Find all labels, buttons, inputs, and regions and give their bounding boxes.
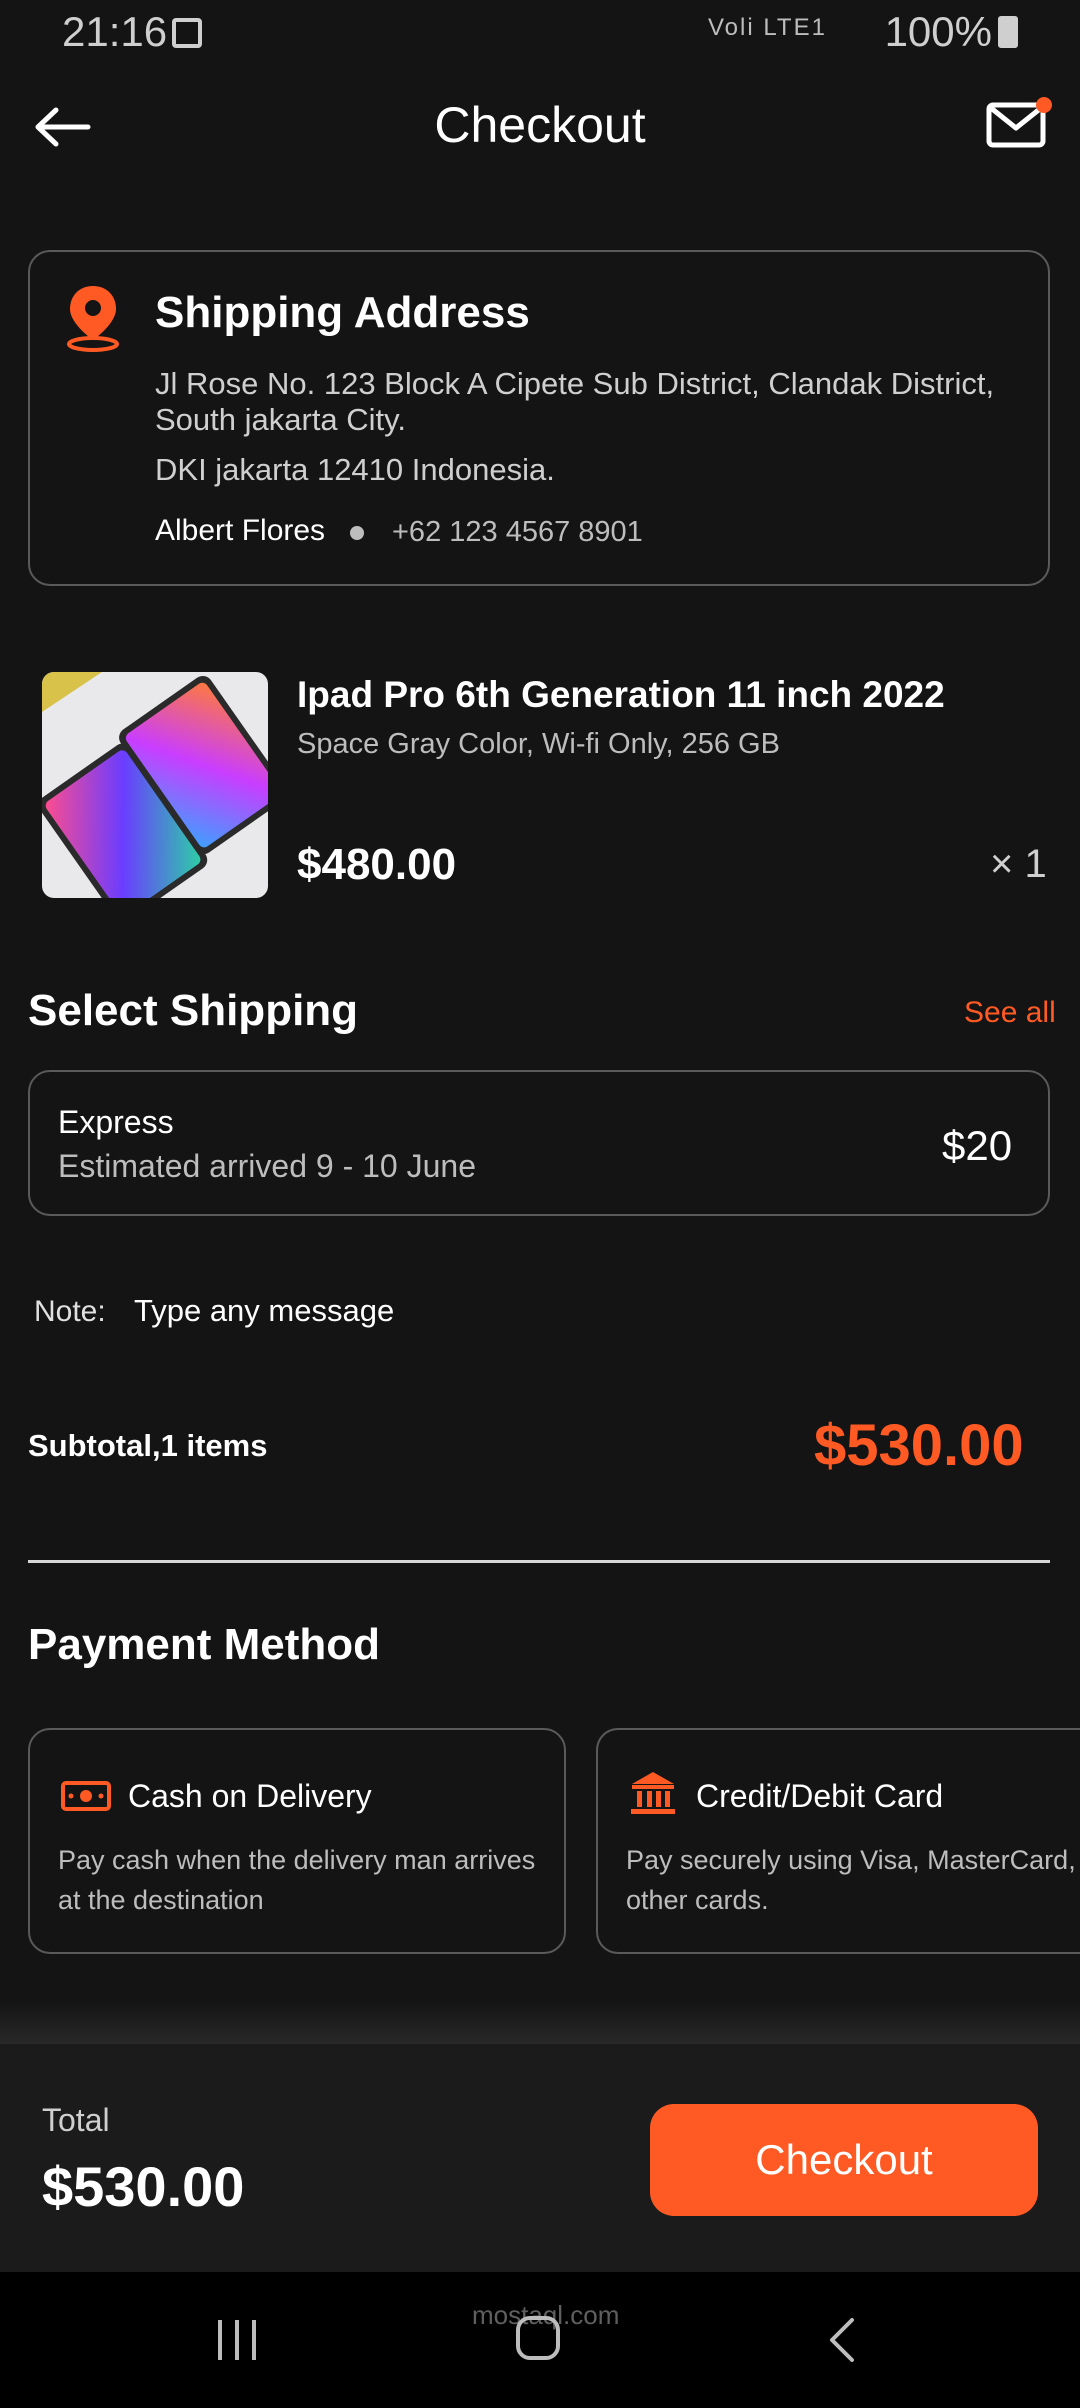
payment-option-title: Cash on Delivery bbox=[128, 1778, 372, 1814]
note-input[interactable] bbox=[134, 1290, 1014, 1332]
address-line-2: South jakarta City. bbox=[155, 402, 406, 437]
address-line-3: DKI jakarta 12410 Indonesia. bbox=[155, 452, 555, 487]
product-image bbox=[42, 672, 268, 898]
payment-option-desc: Pay cash when the delivery man arrives bbox=[58, 1845, 536, 1875]
total-value: $530.00 bbox=[42, 2155, 245, 2218]
battery-icon bbox=[998, 16, 1018, 48]
total-label: Total bbox=[42, 2102, 110, 2138]
shipping-estimate: Estimated arrived 9 - 10 June bbox=[58, 1148, 476, 1184]
cash-icon bbox=[60, 1778, 112, 1819]
separator-dot bbox=[350, 526, 364, 540]
shipping-method: Express bbox=[58, 1104, 174, 1140]
subtotal-label: Subtotal,1 items bbox=[28, 1428, 268, 1463]
battery-indicator: 100% bbox=[885, 8, 1018, 56]
subtotal-value: $530.00 bbox=[814, 1413, 1024, 1478]
divider bbox=[28, 1560, 1050, 1563]
address-line-1: Jl Rose No. 123 Block A Cipete Sub Distr… bbox=[155, 366, 995, 401]
checkout-button[interactable]: Checkout bbox=[650, 2104, 1038, 2216]
recipient-phone: +62 123 4567 8901 bbox=[392, 516, 643, 548]
recipient-name: Albert Flores bbox=[155, 514, 326, 547]
status-time: 21:16 bbox=[62, 8, 168, 55]
payment-option-desc: Pay securely using Visa, MasterCard, or bbox=[626, 1845, 1080, 1875]
home-icon[interactable] bbox=[516, 2316, 560, 2360]
product-description: Space Gray Color, Wi-fi Only, 256 GB bbox=[297, 728, 780, 760]
page-title: Checkout bbox=[434, 97, 646, 153]
nav-back-icon[interactable] bbox=[826, 2316, 856, 2369]
recent-apps-icon[interactable] bbox=[214, 2318, 260, 2367]
payment-option-desc: other cards. bbox=[626, 1885, 769, 1915]
product-name: Ipad Pro 6th Generation 11 inch 2022 bbox=[297, 674, 945, 715]
payment-option-title: Credit/Debit Card bbox=[696, 1778, 944, 1814]
shipping-option-card[interactable] bbox=[28, 1070, 1050, 1216]
see-all-link[interactable]: See all bbox=[964, 996, 1056, 1030]
network-indicator: Voli LTE1 bbox=[708, 14, 827, 41]
battery-percent: 100% bbox=[884, 8, 992, 55]
address-title: Shipping Address bbox=[155, 288, 530, 337]
payment-method-title: Payment Method bbox=[28, 1620, 381, 1669]
select-shipping-title: Select Shipping bbox=[28, 986, 359, 1035]
notification-dot bbox=[1036, 97, 1052, 113]
status-bar: 21:16 Voli LTE1 100% bbox=[0, 0, 1080, 72]
gallery-icon bbox=[172, 18, 202, 48]
product-price: $480.00 bbox=[297, 840, 457, 889]
bottom-bar-shadow bbox=[0, 2000, 1080, 2044]
bank-icon bbox=[628, 1768, 678, 1823]
note-label: Note: bbox=[34, 1295, 106, 1328]
shipping-price: $20 bbox=[942, 1122, 1013, 1169]
payment-option-desc: at the destination bbox=[58, 1885, 264, 1915]
location-pin-icon bbox=[64, 282, 122, 357]
product-quantity: × 1 bbox=[990, 842, 1047, 886]
